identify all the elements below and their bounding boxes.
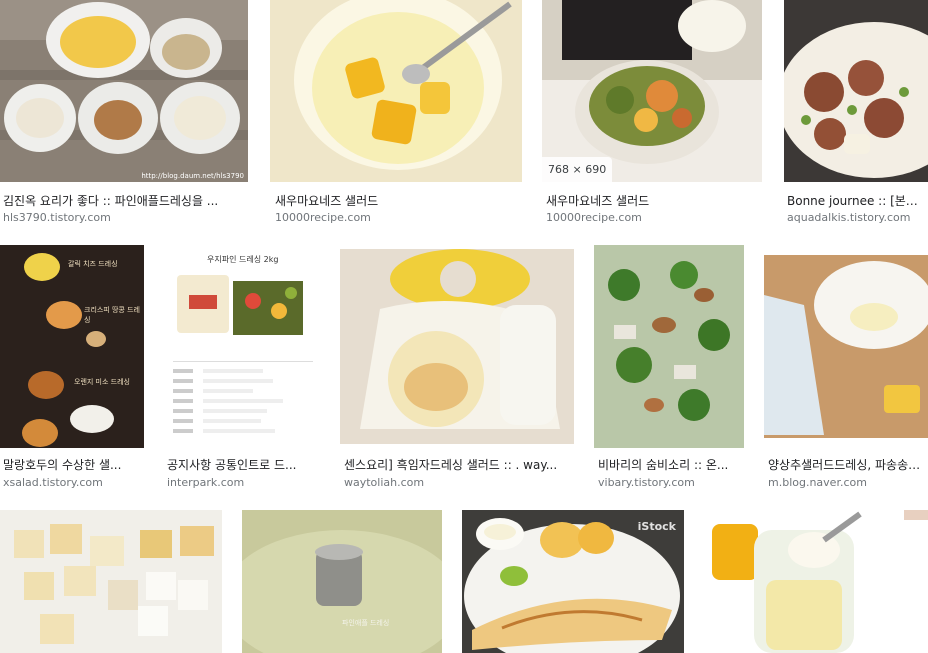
broccoli-nut-salad-image [594,245,744,448]
result-title[interactable]: 새우마요네즈 샐러드 [546,192,760,209]
result-card[interactable]: 센스요리] 흑임자드레싱 샐러드 :: . way... waytoliah.c… [340,245,576,490]
watermark: iStock [637,520,676,533]
shrimp-salad-image [542,0,762,182]
mango-yogurt-image [270,0,522,182]
result-card[interactable]: 우지파인 드레싱 2kg 공지사항 공통인트로 드... interpark.c… [163,245,321,490]
sliced-fruit-image [340,249,574,444]
milk-carton-bowl-image [764,255,928,438]
dressing-label: 크리스피 땅콩 드레싱 [84,306,140,324]
result-card[interactable]: 768 × 690 새우마요네즈 샐러드 10000recipe.com [542,0,764,230]
result-thumbnail[interactable]: 768 × 690 [542,0,762,182]
result-source[interactable]: vibary.tistory.com [598,476,744,489]
result-thumbnail[interactable]: 파인애플 드레싱 [242,510,442,653]
result-title[interactable]: 말랑호두의 수상한 샐... [3,456,144,473]
result-title[interactable]: 센스요리] 흑임자드레싱 샐러드 :: . way... [344,456,574,473]
result-source[interactable]: m.blog.naver.com [768,476,928,489]
result-card[interactable]: 양상추샐러드드레싱, 파송송오... m.blog.naver.com [764,245,928,490]
result-source[interactable]: waytoliah.com [344,476,574,489]
result-card[interactable]: 갈릭 치즈 드레싱 크리스피 땅콩 드레싱 오렌지 미소 드레싱 말랑호두의 수… [0,245,146,490]
result-source[interactable]: hls3790.tistory.com [3,211,245,224]
product-page-image [163,245,319,448]
result-source[interactable]: aquadalkis.tistory.com [787,211,928,224]
result-title[interactable]: 비바리의 숨비소리 :: 온... [598,456,744,473]
result-card[interactable] [704,510,928,653]
blender-cup-image [704,510,928,653]
result-thumbnail[interactable]: iStock [462,510,684,653]
result-title[interactable]: 양상추샐러드드레싱, 파송송오... [768,456,928,473]
result-thumbnail[interactable] [784,0,928,182]
result-thumbnail[interactable]: http://blog.daum.net/hls3790 [0,0,248,182]
fruit-bowls-image [0,0,248,182]
result-card[interactable] [0,510,222,653]
image-size-badge: 768 × 690 [542,157,613,182]
result-thumbnail[interactable] [270,0,522,182]
result-thumbnail[interactable] [704,510,928,653]
fruit-cubes-image [0,510,222,653]
product-name: 우지파인 드레싱 2kg [207,255,279,264]
result-card[interactable]: http://blog.daum.net/hls3790 김진옥 요리가 좋다 … [0,0,250,230]
result-title[interactable]: 공지사항 공통인트로 드... [167,456,319,473]
result-thumbnail[interactable] [594,245,744,448]
result-source[interactable]: interpark.com [167,476,319,489]
watermark: 파인애플 드레싱 [342,619,390,627]
dressing-spoons-image [0,245,144,448]
result-thumbnail[interactable]: 갈릭 치즈 드레싱 크리스피 땅콩 드레싱 오렌지 미소 드레싱 [0,245,144,448]
meatball-salad-image [784,0,928,182]
result-title[interactable]: 김진옥 요리가 좋다 :: 파인애플드레싱을 ... [3,192,245,209]
watermark: http://blog.daum.net/hls3790 [141,172,244,180]
result-source[interactable]: 10000recipe.com [275,211,519,224]
result-thumbnail[interactable] [0,510,222,653]
result-card[interactable]: 파인애플 드레싱 [242,510,444,653]
result-thumbnail[interactable] [340,249,574,444]
result-source[interactable]: xsalad.tistory.com [3,476,144,489]
result-card[interactable]: iStock [462,510,686,653]
blender-dressing-image [242,510,442,653]
result-title[interactable]: 새우마요네즈 샐러드 [275,192,519,209]
result-title[interactable]: Bonne journee :: [본문... [787,192,928,209]
dressing-label: 오렌지 미소 드레싱 [74,378,130,386]
result-thumbnail[interactable]: 우지파인 드레싱 2kg [163,245,319,448]
result-card[interactable]: 비바리의 숨비소리 :: 온... vibary.tistory.com [594,245,746,490]
result-thumbnail[interactable] [764,255,928,438]
dressing-label: 갈릭 치즈 드레싱 [68,260,118,268]
result-card[interactable]: 새우마요네즈 샐러드 10000recipe.com [270,0,524,230]
result-source[interactable]: 10000recipe.com [546,211,760,224]
result-card[interactable]: Bonne journee :: [본문... aquadalkis.tisto… [784,0,928,230]
